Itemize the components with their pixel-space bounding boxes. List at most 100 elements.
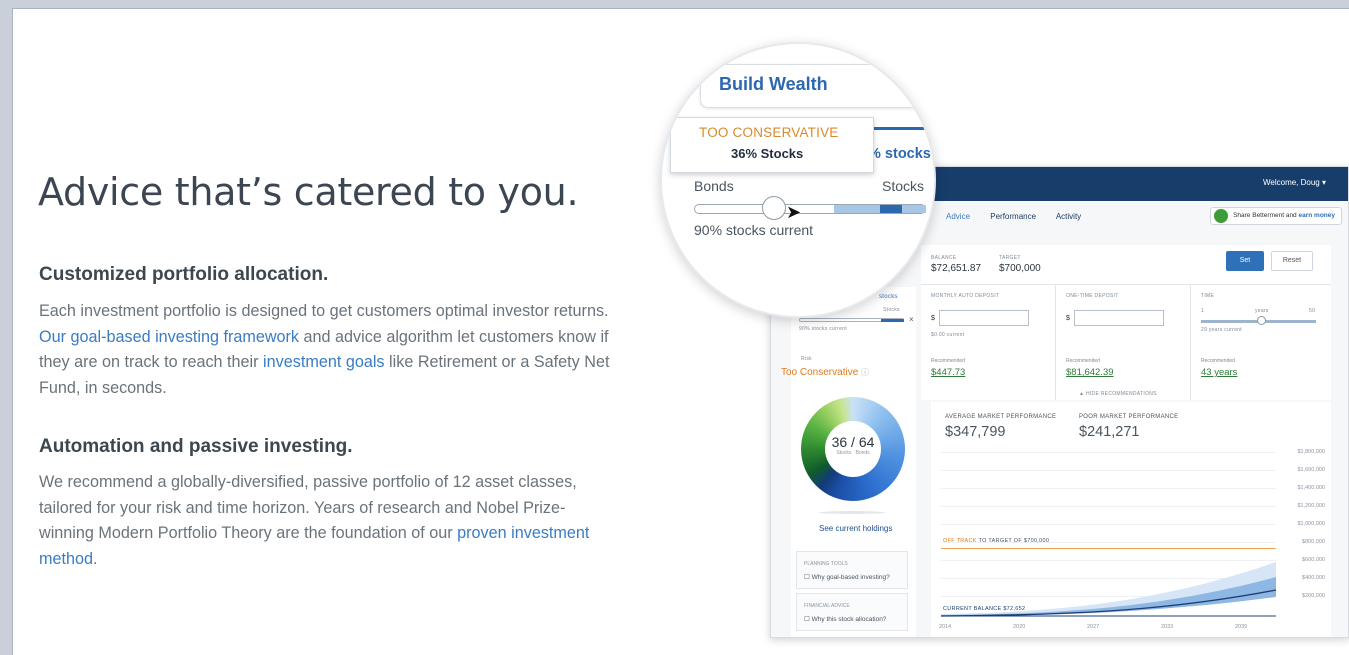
y-tick-label: $800,000 xyxy=(1302,539,1325,545)
goal-card[interactable]: Build Wealth xyxy=(700,64,934,108)
monthly-label: MONTHLY AUTO DEPOSIT xyxy=(931,293,1000,299)
risk-status: Too Conservative ⓘ xyxy=(781,367,869,378)
dashboard-nav: Advice Performance Activity xyxy=(946,212,1099,221)
tooltip-status: TOO CONSERVATIVE xyxy=(699,125,839,140)
y-tick-label: $1,200,000 xyxy=(1297,503,1325,509)
balance-panel: BALANCE $72,651.87 TARGET $700,000 xyxy=(921,245,1331,285)
balance-value: $72,651.87 xyxy=(931,263,982,274)
tooltip-value: 36% Stocks xyxy=(731,146,804,161)
avg-perf-value: $347,799 xyxy=(945,424,1006,440)
donut-ratio: 36 / 64 xyxy=(831,434,875,450)
planning-tools-item-text: Why goal-based investing? xyxy=(811,574,890,581)
planning-tools-title: PLANNING TOOLS xyxy=(804,561,848,567)
off-track-rest: TO TARGET OF $700,000 xyxy=(978,538,1050,544)
share-earn-money: earn money xyxy=(1298,212,1336,219)
bonds-label: Bonds xyxy=(694,178,734,194)
time-rec-label: Recommended xyxy=(1201,358,1235,364)
section-body-allocation: Each investment portfolio is designed to… xyxy=(39,299,619,401)
financial-advice-item-text: Why this stock allocation? xyxy=(811,616,887,623)
zoom-magnifier: Build Wealth % stocks TOO CONSERVATIVE 3… xyxy=(660,42,936,318)
gridline xyxy=(941,488,1276,489)
nav-performance[interactable]: Performance xyxy=(990,212,1036,221)
section-body-automation: We recommend a globally-diversified, pas… xyxy=(39,470,619,572)
monthly-dollar: $ xyxy=(931,315,936,322)
x-tick-label: 2027 xyxy=(1087,624,1100,630)
balance-label: BALANCE xyxy=(931,255,957,261)
time-rec-value[interactable]: 43 years xyxy=(1201,367,1237,378)
poor-perf-value: $241,271 xyxy=(1079,424,1140,440)
off-track-text: OFF TRACK xyxy=(943,538,977,544)
y-tick-label: $1,800,000 xyxy=(1297,449,1325,455)
x-tick-label: 2033 xyxy=(1161,624,1174,630)
welcome-menu[interactable]: Welcome, Doug ▾ xyxy=(1263,178,1326,187)
section-title-automation: Automation and passive investing. xyxy=(39,436,353,457)
x-tick-label: 2020 xyxy=(1013,624,1026,630)
automation-text-2: . xyxy=(93,549,98,568)
nav-activity[interactable]: Activity xyxy=(1056,212,1081,221)
monthly-rec-label: Recommended xyxy=(931,358,965,364)
cursor-icon: ➤ xyxy=(786,202,802,222)
time-current: 29 years current xyxy=(1201,327,1242,333)
gridline xyxy=(941,524,1276,525)
risk-value: Too Conservative xyxy=(781,367,859,378)
financial-advice-box: FINANCIAL ADVICE ☐ Why this stock alloca… xyxy=(796,593,908,631)
info-icon[interactable]: ⓘ xyxy=(861,368,869,377)
donut-shadow xyxy=(819,511,885,514)
reset-button[interactable]: Reset xyxy=(1271,251,1313,271)
planning-tools-item[interactable]: ☐ Why goal-based investing? xyxy=(804,573,890,581)
donut-center: 36 / 64 Stocks Bonds xyxy=(825,421,881,477)
x-tick-label: 2039 xyxy=(1235,624,1248,630)
gridline xyxy=(941,506,1276,507)
x-tick-label: 2014 xyxy=(939,624,952,630)
monthly-column: MONTHLY AUTO DEPOSIT $ $0.00 current Rec… xyxy=(921,285,1056,400)
y-tick-label: $1,400,000 xyxy=(1297,485,1325,491)
current-balance-label: CURRENT BALANCE $72,652 xyxy=(943,606,1026,612)
donut-sub-stocks: Stocks xyxy=(836,450,852,456)
financial-advice-item[interactable]: ☐ Why this stock allocation? xyxy=(804,615,886,623)
share-text: Share Betterment and xyxy=(1233,212,1297,219)
monthly-rec-value[interactable]: $447.73 xyxy=(931,367,965,378)
off-track-label: OFF TRACK TO TARGET OF $700,000 xyxy=(943,538,1049,544)
onetime-label: ONE-TIME DEPOSIT xyxy=(1066,293,1119,299)
onetime-rec-label: Recommended xyxy=(1066,358,1100,364)
set-button[interactable]: Set xyxy=(1226,251,1264,271)
time-max: 50 xyxy=(1309,308,1316,314)
share-button[interactable]: Share Betterment and earn money xyxy=(1210,207,1342,225)
y-tick-label: $1,600,000 xyxy=(1297,467,1325,473)
y-tick-label: $400,000 xyxy=(1302,575,1325,581)
donut-sub-bonds: Bonds xyxy=(855,450,870,456)
risk-label: Risk xyxy=(801,356,812,362)
y-tick-label: $200,000 xyxy=(1302,593,1325,599)
onetime-deposit-input[interactable] xyxy=(1074,310,1164,326)
current-allocation-label: 90% stocks current xyxy=(694,222,814,238)
monthly-deposit-input[interactable] xyxy=(939,310,1029,326)
time-min: 1 xyxy=(1201,308,1205,314)
left-current: 90% stocks current xyxy=(799,326,847,332)
planning-tools-box: PLANNING TOOLS ☐ Why goal-based investin… xyxy=(796,551,908,589)
poor-perf-label: POOR MARKET PERFORMANCE xyxy=(1079,414,1179,420)
left-stocks-tab[interactable]: stocks xyxy=(879,294,898,300)
allocation-donut[interactable]: 36 / 64 Stocks Bonds xyxy=(801,397,905,501)
time-slider-knob[interactable] xyxy=(1257,316,1266,325)
stocks-tab-label[interactable]: % stocks xyxy=(868,146,931,162)
section-title-allocation: Customized portfolio allocation. xyxy=(39,264,329,285)
see-holdings-link[interactable]: See current holdings xyxy=(819,524,892,533)
y-tick-label: $600,000 xyxy=(1302,557,1325,563)
close-icon[interactable]: × xyxy=(909,315,914,324)
allocation-text-1: Each investment portfolio is designed to… xyxy=(39,302,609,320)
financial-advice-title: FINANCIAL ADVICE xyxy=(804,603,850,609)
goal-based-framework-link[interactable]: Our goal-based investing framework xyxy=(39,328,299,346)
donut-sub: Stocks Bonds xyxy=(825,450,881,456)
stocks-label: Stocks xyxy=(882,178,925,194)
onetime-rec-value[interactable]: $81,642.39 xyxy=(1066,367,1114,378)
allocation-slider-knob[interactable] xyxy=(762,196,786,220)
target-line xyxy=(941,548,1276,549)
page-headline: Advice that’s catered to you. xyxy=(38,170,579,214)
onetime-dollar: $ xyxy=(1066,315,1071,322)
time-column: TIME 1 years 50 29 years current Recomme… xyxy=(1191,285,1331,400)
investment-goals-link[interactable]: investment goals xyxy=(263,353,384,371)
nav-advice[interactable]: Advice xyxy=(946,212,970,221)
gift-icon xyxy=(1214,209,1229,223)
hide-recommendations[interactable]: ▲ HIDE RECOMMENDATIONS xyxy=(1079,391,1157,397)
left-stocks-label: Stocks xyxy=(883,307,900,313)
